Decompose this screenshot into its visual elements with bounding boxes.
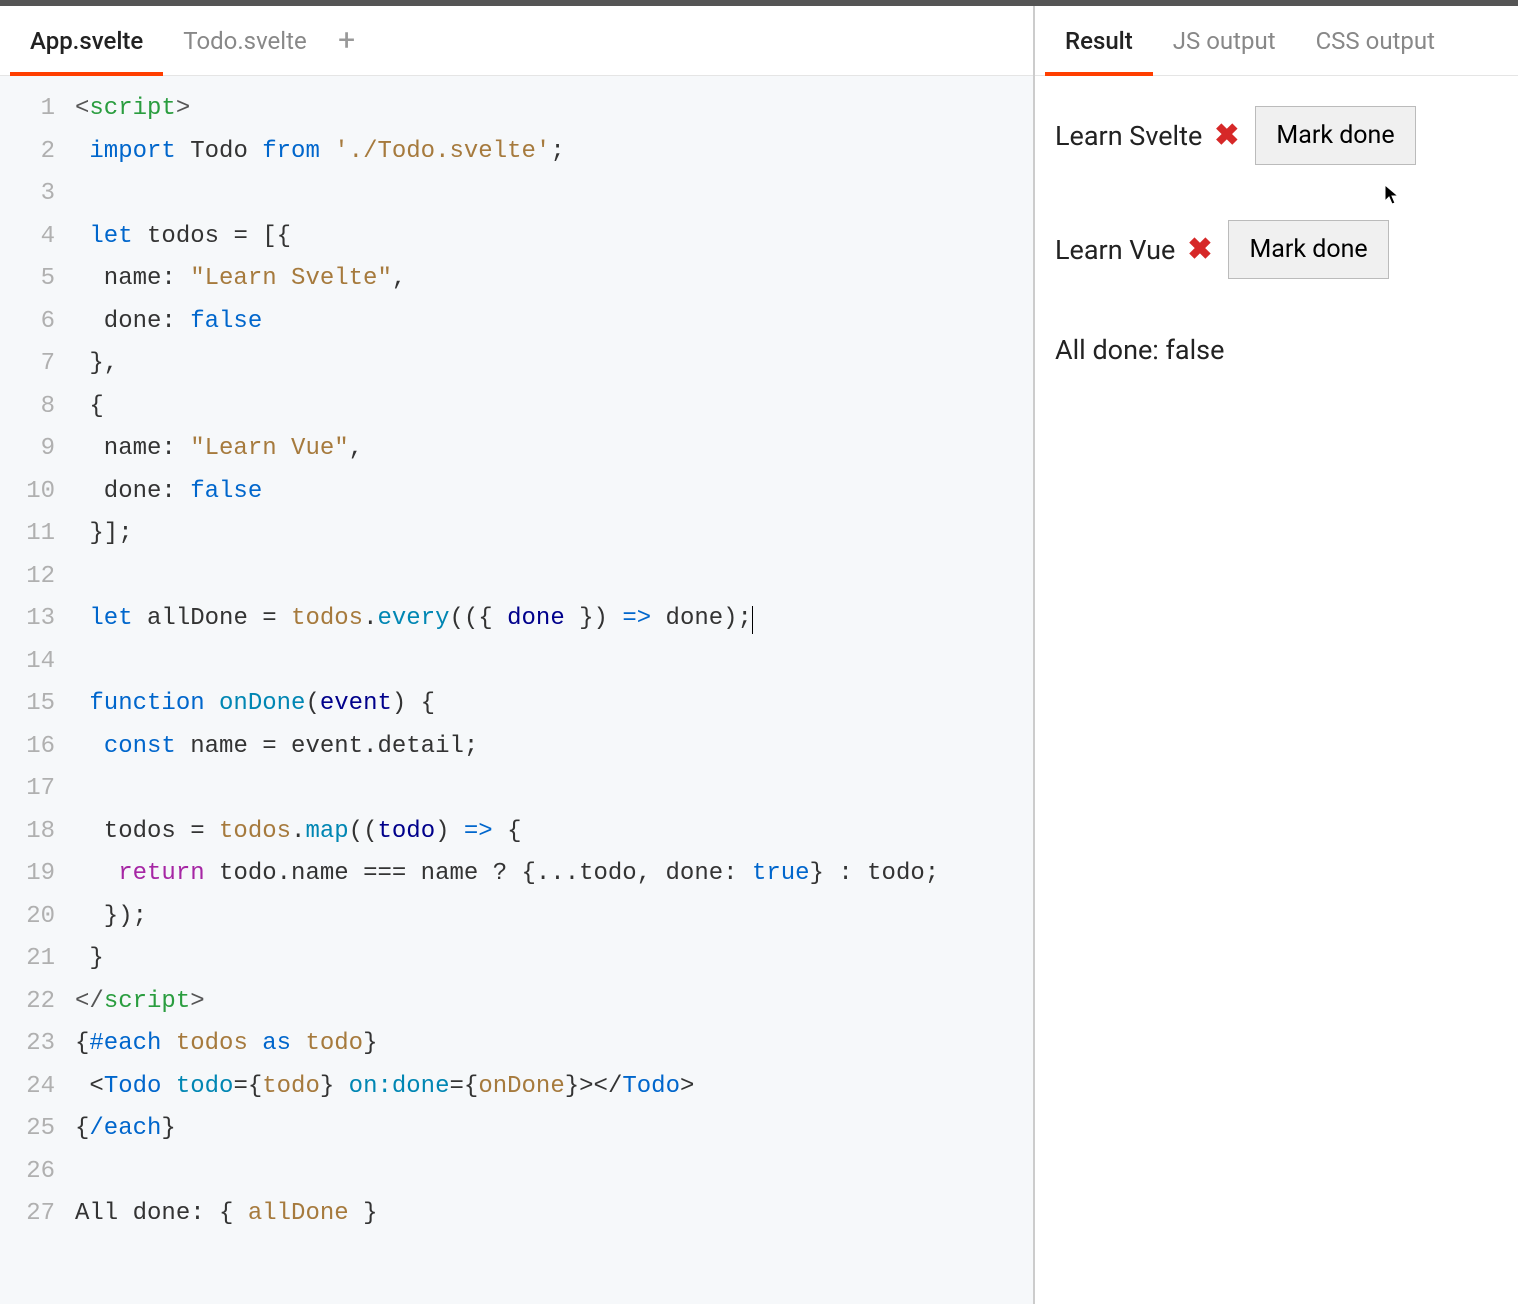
line-number: 16 [0,726,55,769]
line-number: 10 [0,471,55,514]
code-line[interactable]: }, [75,343,1033,386]
line-number: 13 [0,598,55,641]
todo-row: Learn Vue ✖ Mark done [1055,220,1498,279]
line-number: 7 [0,343,55,386]
line-number: 3 [0,173,55,216]
todo-row: Learn Svelte ✖ Mark done [1055,106,1498,165]
code-line[interactable]: {#each todos as todo} [75,1023,1033,1066]
mark-done-button[interactable]: Mark done [1228,220,1388,279]
output-tabs: ResultJS outputCSS output [1035,6,1518,76]
line-number: 26 [0,1151,55,1194]
code-line[interactable]: let todos = [{ [75,216,1033,259]
x-icon: ✖ [1187,232,1212,267]
code-line[interactable]: }); [75,896,1033,939]
line-number: 18 [0,811,55,854]
code-area[interactable]: <script> import Todo from './Todo.svelte… [75,76,1033,1304]
code-line[interactable]: name: "Learn Vue", [75,428,1033,471]
line-number: 12 [0,556,55,599]
line-number: 15 [0,683,55,726]
line-number: 17 [0,768,55,811]
output-tab-2[interactable]: CSS output [1296,6,1455,75]
line-number: 21 [0,938,55,981]
line-number: 1 [0,88,55,131]
todo-name: Learn Vue [1055,234,1175,266]
code-line[interactable]: return todo.name === name ? {...todo, do… [75,853,1033,896]
code-line[interactable]: </script> [75,981,1033,1024]
code-line[interactable]: name: "Learn Svelte", [75,258,1033,301]
all-done-text: All done: false [1055,334,1498,366]
line-number: 4 [0,216,55,259]
todo-name: Learn Svelte [1055,120,1202,152]
code-line[interactable]: let allDone = todos.every(({ done }) => … [75,598,1033,641]
result-area: Learn Svelte ✖ Mark done Learn Vue ✖ Mark don… [1035,76,1518,1304]
line-number: 6 [0,301,55,344]
code-line[interactable] [75,641,1033,684]
code-line[interactable]: function onDone(event) { [75,683,1033,726]
x-icon: ✖ [1214,118,1239,153]
code-line[interactable]: done: false [75,471,1033,514]
line-number: 23 [0,1023,55,1066]
add-file-tab[interactable]: + [327,23,367,58]
line-number: 24 [0,1066,55,1109]
code-line[interactable]: All done: { allDone } [75,1193,1033,1236]
code-editor[interactable]: 1234567891011121314151617181920212223242… [0,76,1033,1304]
line-number: 5 [0,258,55,301]
line-number: 11 [0,513,55,556]
line-number: 22 [0,981,55,1024]
editor-pane: App.svelteTodo.svelte+ 12345678910111213… [0,6,1035,1304]
code-line[interactable] [75,768,1033,811]
code-line[interactable]: { [75,386,1033,429]
line-number: 9 [0,428,55,471]
code-line[interactable]: <script> [75,88,1033,131]
line-number: 27 [0,1193,55,1236]
line-number: 14 [0,641,55,684]
code-line[interactable] [75,173,1033,216]
line-number: 20 [0,896,55,939]
file-tab-0[interactable]: App.svelte [10,6,163,75]
code-line[interactable]: }]; [75,513,1033,556]
code-line[interactable]: } [75,938,1033,981]
code-line[interactable]: {/each} [75,1108,1033,1151]
output-tab-1[interactable]: JS output [1153,6,1296,75]
code-line[interactable]: <Todo todo={todo} on:done={onDone}></Tod… [75,1066,1033,1109]
code-line[interactable]: todos = todos.map((todo) => { [75,811,1033,854]
line-number: 25 [0,1108,55,1151]
line-gutter: 1234567891011121314151617181920212223242… [0,76,75,1304]
code-line[interactable]: import Todo from './Todo.svelte'; [75,131,1033,174]
code-line[interactable] [75,556,1033,599]
output-tab-0[interactable]: Result [1045,6,1153,75]
text-caret [752,606,753,634]
file-tabs: App.svelteTodo.svelte+ [0,6,1033,76]
line-number: 8 [0,386,55,429]
code-line[interactable]: const name = event.detail; [75,726,1033,769]
line-number: 19 [0,853,55,896]
output-pane: ResultJS outputCSS output Learn Svelte ✖ M… [1035,6,1518,1304]
line-number: 2 [0,131,55,174]
mark-done-button[interactable]: Mark done [1255,106,1415,165]
code-line[interactable] [75,1151,1033,1194]
code-line[interactable]: done: false [75,301,1033,344]
file-tab-1[interactable]: Todo.svelte [163,6,326,75]
